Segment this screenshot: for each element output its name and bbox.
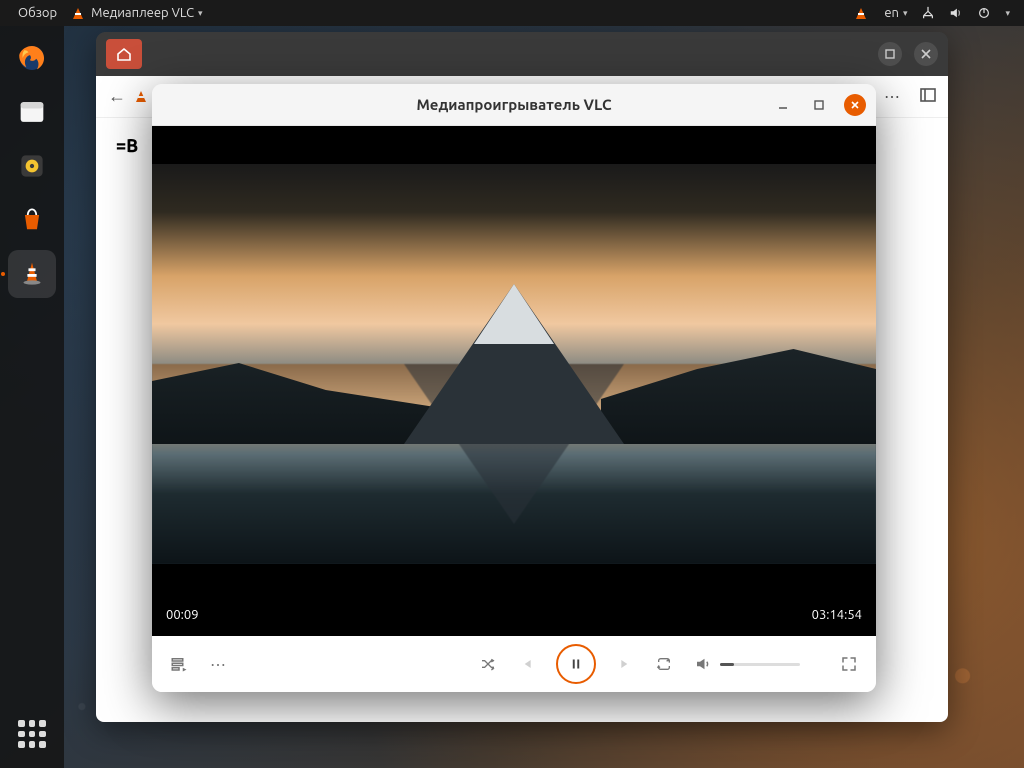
time-total: 03:14:54 xyxy=(812,608,862,622)
minimize-button[interactable] xyxy=(772,94,794,116)
next-button[interactable] xyxy=(618,656,634,672)
play-pause-button[interactable] xyxy=(556,644,596,684)
chevron-down-icon: ▾ xyxy=(1005,8,1010,19)
more-options-button[interactable]: ⋯ xyxy=(210,655,228,674)
dock-firefox[interactable] xyxy=(8,34,56,82)
shuffle-button[interactable] xyxy=(480,656,496,672)
more-menu-button[interactable]: ⋯ xyxy=(884,87,902,106)
input-language[interactable]: en ▾ xyxy=(884,6,907,20)
vlc-controls: ⋯ xyxy=(152,636,876,692)
volume-slider[interactable] xyxy=(720,663,800,666)
video-area[interactable]: 00:09 03:14:54 xyxy=(152,126,876,636)
input-language-label: en xyxy=(884,6,899,20)
chevron-down-icon: ▾ xyxy=(903,8,908,19)
close-button[interactable] xyxy=(844,94,866,116)
loop-button[interactable] xyxy=(656,656,672,672)
bgwin-maximize-button[interactable] xyxy=(878,42,902,66)
vlc-cone-icon xyxy=(73,8,83,19)
dock-vlc[interactable] xyxy=(8,250,56,298)
activities-label: Обзор xyxy=(18,6,57,20)
fullscreen-button[interactable] xyxy=(840,655,858,673)
bgwin-header[interactable] xyxy=(96,32,948,76)
previous-button[interactable] xyxy=(518,656,534,672)
network-icon[interactable] xyxy=(921,6,935,20)
playlist-button[interactable] xyxy=(170,655,188,673)
power-icon[interactable] xyxy=(977,6,991,20)
vlc-cone-icon xyxy=(136,91,146,102)
dock-software[interactable] xyxy=(8,196,56,244)
back-button[interactable]: ← xyxy=(108,86,126,107)
system-menu-chevron[interactable]: ▾ xyxy=(1005,8,1010,19)
tray-vlc-icon[interactable] xyxy=(856,8,870,19)
show-applications-button[interactable] xyxy=(12,714,52,754)
volume-fill xyxy=(720,663,734,666)
vlc-window-title: Медиапроигрыватель VLC xyxy=(416,96,611,113)
vlc-title-bar[interactable]: Медиапроигрыватель VLC xyxy=(152,84,876,126)
dock-files[interactable] xyxy=(8,88,56,136)
app-menu[interactable]: Медиаплеер VLC ▾ xyxy=(73,6,202,20)
dock xyxy=(0,26,64,768)
sidebar-toggle-button[interactable] xyxy=(920,87,936,107)
volume-button[interactable] xyxy=(694,655,712,673)
activities-button[interactable]: Обзор xyxy=(18,6,57,20)
vlc-window: Медиапроигрыватель VLC 00:09 03:14:54 xyxy=(152,84,876,692)
dock-rhythmbox[interactable] xyxy=(8,142,56,190)
app-menu-label: Медиаплеер VLC xyxy=(91,6,194,20)
volume-icon[interactable] xyxy=(949,6,963,20)
bgwin-text: =В xyxy=(116,136,138,156)
maximize-button[interactable] xyxy=(808,94,830,116)
time-elapsed: 00:09 xyxy=(166,608,199,622)
video-frame xyxy=(152,164,876,564)
home-folder-button[interactable] xyxy=(106,39,142,69)
vlc-cone-icon xyxy=(856,8,866,19)
bgwin-close-button[interactable] xyxy=(914,42,938,66)
chevron-down-icon: ▾ xyxy=(198,8,203,19)
gnome-top-bar: Обзор Медиаплеер VLC ▾ en ▾ ▾ xyxy=(0,0,1024,26)
